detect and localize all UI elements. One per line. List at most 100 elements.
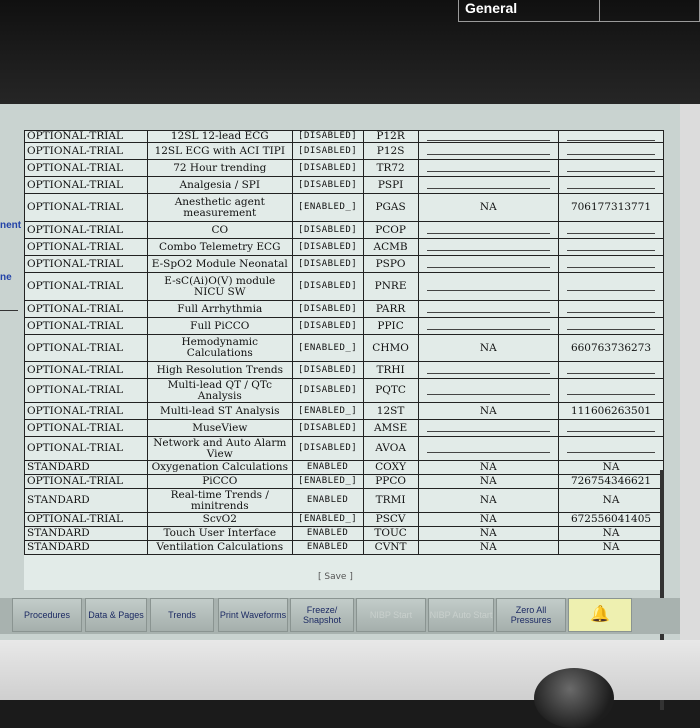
option-license-cell[interactable]: NA bbox=[558, 488, 664, 513]
option-key-cell[interactable]: NA bbox=[417, 526, 560, 541]
bottom-button-2[interactable]: Trends bbox=[150, 598, 214, 632]
left-pane-text-2[interactable]: ne bbox=[0, 272, 12, 283]
option-license-cell[interactable] bbox=[558, 238, 664, 256]
option-name-cell: Oxygenation Calculations bbox=[146, 460, 293, 475]
option-key-cell[interactable] bbox=[417, 130, 560, 143]
option-code-cell: PNRE bbox=[362, 272, 419, 301]
option-license-cell[interactable]: NA bbox=[558, 540, 664, 555]
option-key-cell[interactable]: NA bbox=[417, 540, 560, 555]
option-license-cell[interactable]: NA bbox=[558, 460, 664, 475]
bottom-button-1[interactable]: Data & Pages bbox=[85, 598, 147, 632]
option-license-cell[interactable] bbox=[558, 317, 664, 335]
option-license-cell[interactable] bbox=[558, 130, 664, 143]
option-key-cell[interactable] bbox=[417, 361, 560, 379]
option-license-cell[interactable] bbox=[558, 159, 664, 177]
option-license-cell[interactable] bbox=[558, 142, 664, 160]
option-license-cell[interactable] bbox=[558, 361, 664, 379]
alarm-bell-button[interactable]: 🔔 bbox=[568, 598, 632, 632]
option-license-cell[interactable] bbox=[558, 378, 664, 403]
left-pane-text-1[interactable]: nent bbox=[0, 220, 21, 231]
table-row[interactable]: STANDARD Touch User Interface ENABLED TOUC N… bbox=[24, 526, 664, 541]
option-license-cell[interactable]: 111606263501 bbox=[558, 402, 664, 420]
option-status-cell: [ENABLED_] bbox=[291, 402, 364, 420]
option-key-cell[interactable] bbox=[417, 436, 560, 461]
general-tab[interactable]: General bbox=[458, 0, 600, 22]
option-name-cell-text: Multi-lead QT / QTc Analysis bbox=[167, 378, 272, 402]
option-type-cell-text: OPTIONAL-TRIAL bbox=[27, 240, 123, 253]
option-license-cell[interactable] bbox=[558, 221, 664, 239]
bottom-button-0[interactable]: Procedures bbox=[12, 598, 82, 632]
option-license-cell[interactable]: 726754346621 bbox=[558, 474, 664, 489]
option-license-cell[interactable]: 672556041405 bbox=[558, 512, 664, 527]
table-row[interactable]: OPTIONAL-TRIAL CO [DISABLED] PCOP bbox=[24, 221, 664, 239]
option-status-cell-text: ENABLED bbox=[306, 495, 349, 505]
bottom-button-7[interactable]: Zero All Pressures bbox=[496, 598, 566, 632]
table-row[interactable]: OPTIONAL-TRIAL Hemodynamic Calculations [E… bbox=[24, 334, 664, 362]
option-key-cell[interactable] bbox=[417, 176, 560, 194]
option-status-cell: [DISABLED] bbox=[291, 361, 364, 379]
option-license-cell[interactable] bbox=[558, 436, 664, 461]
option-key-cell[interactable]: NA bbox=[417, 512, 560, 527]
save-button[interactable]: [ Save ] bbox=[318, 572, 353, 582]
option-key-cell[interactable] bbox=[417, 300, 560, 318]
option-name-cell-text: Hemodynamic Calculations bbox=[181, 336, 259, 359]
table-row[interactable]: OPTIONAL-TRIAL MuseView [DISABLED] AMSE bbox=[24, 419, 664, 437]
table-row[interactable]: OPTIONAL-TRIAL E-sC(Ai)O(V) module NICU S… bbox=[24, 272, 664, 301]
option-key-cell[interactable]: NA bbox=[417, 334, 560, 362]
table-row[interactable]: OPTIONAL-TRIAL ScvO2 [ENABLED_] PSCV NA 67255… bbox=[24, 512, 664, 527]
option-type-cell: OPTIONAL-TRIAL bbox=[24, 272, 148, 301]
option-key-cell[interactable] bbox=[417, 159, 560, 177]
option-key-cell[interactable] bbox=[417, 317, 560, 335]
option-license-cell[interactable] bbox=[558, 176, 664, 194]
option-key-cell[interactable]: NA bbox=[417, 474, 560, 489]
option-key-cell[interactable]: NA bbox=[417, 460, 560, 475]
table-row[interactable]: OPTIONAL-TRIAL High Resolution Trends [DIS… bbox=[24, 361, 664, 379]
option-key-cell[interactable]: NA bbox=[417, 488, 560, 513]
empty-entry-line bbox=[426, 260, 551, 268]
option-key-cell[interactable]: NA bbox=[417, 402, 560, 420]
option-key-cell[interactable] bbox=[417, 221, 560, 239]
option-key-cell[interactable] bbox=[417, 378, 560, 403]
bottom-button-5[interactable]: NIBP Start bbox=[356, 598, 426, 632]
table-row[interactable]: OPTIONAL-TRIAL Combo Telemetry ECG [DISABL… bbox=[24, 238, 664, 256]
option-key-cell[interactable] bbox=[417, 142, 560, 160]
table-row[interactable]: STANDARD Ventilation Calculations ENABLED C… bbox=[24, 540, 664, 555]
option-key-cell[interactable]: NA bbox=[417, 193, 560, 222]
option-key-cell[interactable] bbox=[417, 419, 560, 437]
table-row[interactable]: OPTIONAL-TRIAL Multi-lead QT / QTc Analys… bbox=[24, 378, 664, 403]
option-type-cell-text: OPTIONAL-TRIAL bbox=[27, 384, 123, 396]
table-row[interactable]: OPTIONAL-TRIAL 12SL ECG with ACI TIPI [DIS… bbox=[24, 142, 664, 160]
table-row[interactable]: OPTIONAL-TRIAL PiCCO [ENABLED_] PPCO NA 72675… bbox=[24, 474, 664, 489]
table-row[interactable]: OPTIONAL-TRIAL E-SpO2 Module Neonatal [DIS… bbox=[24, 255, 664, 273]
bottom-button-4[interactable]: Freeze/ Snapshot bbox=[290, 598, 354, 632]
option-license-cell[interactable] bbox=[558, 300, 664, 318]
table-row[interactable]: OPTIONAL-TRIAL Multi-lead ST Analysis [ENA… bbox=[24, 402, 664, 420]
option-name-cell-text: Multi-lead ST Analysis bbox=[160, 404, 280, 417]
option-key-cell[interactable] bbox=[417, 272, 560, 301]
option-license-cell[interactable] bbox=[558, 419, 664, 437]
table-row[interactable]: OPTIONAL-TRIAL Anesthetic agent measureme… bbox=[24, 193, 664, 222]
table-row[interactable]: OPTIONAL-TRIAL 72 Hour trending [DISABLED]… bbox=[24, 159, 664, 177]
option-type-cell: OPTIONAL-TRIAL bbox=[24, 176, 148, 194]
bottom-button-6[interactable]: NIBP Auto Start bbox=[428, 598, 494, 632]
option-type-cell: OPTIONAL-TRIAL bbox=[24, 317, 148, 335]
table-row[interactable]: OPTIONAL-TRIAL Analgesia / SPI [DISABLED] P… bbox=[24, 176, 664, 194]
option-key-cell[interactable] bbox=[417, 238, 560, 256]
option-license-cell[interactable]: NA bbox=[558, 526, 664, 541]
header-tab-blank[interactable] bbox=[600, 0, 700, 22]
bottom-button-3[interactable]: Print Waveforms bbox=[218, 598, 288, 632]
option-type-cell: OPTIONAL-TRIAL bbox=[24, 436, 148, 461]
table-row[interactable]: OPTIONAL-TRIAL Network and Auto Alarm Vie… bbox=[24, 436, 664, 461]
table-row[interactable]: OPTIONAL-TRIAL 12SL 12-lead ECG [DISABLED]… bbox=[24, 130, 664, 143]
table-row[interactable]: OPTIONAL-TRIAL Full PiCCO [DISABLED] PPIC bbox=[24, 317, 664, 335]
table-row[interactable]: STANDARD Real-time Trends / minitrends ENA… bbox=[24, 488, 664, 513]
option-key-cell[interactable] bbox=[417, 255, 560, 273]
option-name-cell-text: Ventilation Calculations bbox=[156, 541, 284, 553]
option-license-cell[interactable] bbox=[558, 272, 664, 301]
trim-knob[interactable] bbox=[534, 668, 614, 728]
table-row[interactable]: OPTIONAL-TRIAL Full Arrhythmia [DISABLED] P… bbox=[24, 300, 664, 318]
option-license-cell[interactable] bbox=[558, 255, 664, 273]
option-license-cell[interactable]: 660763736273 bbox=[558, 334, 664, 362]
table-row[interactable]: STANDARD Oxygenation Calculations ENABLED C… bbox=[24, 460, 664, 475]
option-license-cell[interactable]: 706177313771 bbox=[558, 193, 664, 222]
